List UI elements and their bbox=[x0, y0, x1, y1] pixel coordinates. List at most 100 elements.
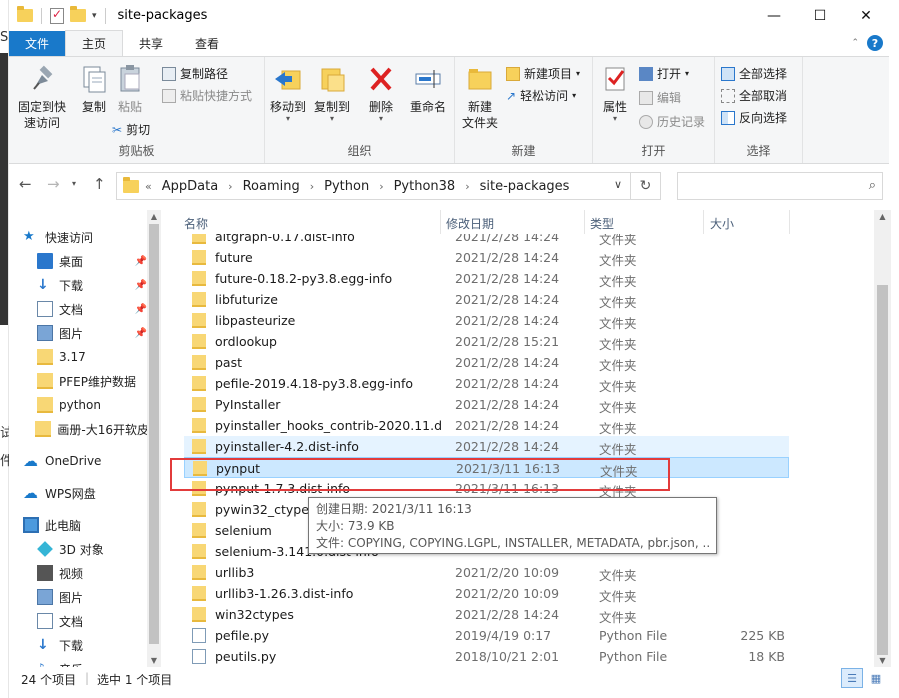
open-button[interactable]: 打开 ▾ bbox=[639, 65, 689, 82]
file-row[interactable]: win32ctypes 2021/2/28 14:24 文件夹 bbox=[184, 604, 789, 625]
breadcrumb-python[interactable]: Python bbox=[324, 179, 369, 194]
nav-item-downloads[interactable]: ↓ 下载 📌 bbox=[9, 273, 149, 297]
large-icons-view-icon[interactable]: ▦ bbox=[865, 668, 887, 688]
file-row[interactable]: pefile.py 2019/4/19 0:17 Python File 225 KB bbox=[184, 625, 789, 646]
paste-shortcut-button[interactable]: 粘贴快捷方式 bbox=[162, 87, 252, 104]
address-dropdown-icon[interactable]: ∨ bbox=[614, 178, 622, 191]
invert-selection-button[interactable]: 反向选择 bbox=[721, 109, 787, 126]
breadcrumb-python38[interactable]: Python38 bbox=[394, 179, 456, 194]
close-button[interactable]: ✕ bbox=[843, 0, 889, 31]
maximize-button[interactable]: ☐ bbox=[797, 0, 843, 31]
file-row[interactable]: ordlookup 2021/2/28 15:21 文件夹 bbox=[184, 331, 789, 352]
column-name[interactable]: 名称 bbox=[184, 215, 208, 232]
nav-item-python[interactable]: python bbox=[9, 393, 149, 417]
tab-file[interactable]: 文件 bbox=[9, 31, 65, 56]
nav-item-album[interactable]: 画册-大16开软皮 bbox=[9, 417, 149, 441]
file-row[interactable]: peutils.py 2018/10/21 2:01 Python File 18 K… bbox=[184, 646, 789, 667]
refresh-icon[interactable]: ↻ bbox=[630, 173, 660, 199]
nav-videos[interactable]: 视频 bbox=[9, 561, 149, 585]
help-icon[interactable]: ? bbox=[867, 35, 883, 51]
file-row[interactable]: PyInstaller 2021/2/28 14:24 文件夹 bbox=[184, 394, 789, 415]
tab-share[interactable]: 共享 bbox=[123, 31, 179, 56]
copy-to-button[interactable]: 复制到 ▾ bbox=[311, 63, 353, 123]
file-row[interactable]: urllib3 2021/2/20 10:09 文件夹 bbox=[184, 562, 789, 583]
file-row[interactable]: future 2021/2/28 14:24 文件夹 bbox=[184, 247, 789, 268]
nav-pc-documents[interactable]: 文档 bbox=[9, 609, 149, 633]
address-bar[interactable]: « AppData › Roaming › Python › Python38 … bbox=[116, 172, 661, 200]
recent-locations-chevron-icon[interactable]: ▾ bbox=[72, 179, 76, 188]
select-group: 全部选择 全部取消 反向选择 选择 bbox=[715, 57, 803, 163]
rename-button[interactable]: 重命名 bbox=[405, 63, 451, 115]
copy-path-button[interactable]: 复制路径 bbox=[162, 65, 228, 82]
back-arrow-icon[interactable]: ← bbox=[19, 175, 32, 193]
paste-button[interactable]: 粘贴 bbox=[105, 63, 155, 115]
breadcrumb-site-packages[interactable]: site-packages bbox=[480, 179, 570, 194]
file-type: 文件夹 bbox=[599, 421, 637, 436]
nav-pc-pictures[interactable]: 图片 bbox=[9, 585, 149, 609]
nav-quick-access[interactable]: ★ 快速访问 bbox=[9, 225, 149, 249]
file-row[interactable]: libpasteurize 2021/2/28 14:24 文件夹 bbox=[184, 310, 789, 331]
file-row[interactable]: altgraph-0.17.dist-info 2021/2/28 14:24 文件… bbox=[184, 234, 789, 247]
select-all-button[interactable]: 全部选择 bbox=[721, 65, 787, 82]
collapse-ribbon-icon[interactable]: ⌃ bbox=[851, 38, 859, 48]
nav-onedrive[interactable]: ☁ OneDrive bbox=[9, 449, 149, 473]
search-input[interactable]: ⌕ bbox=[677, 172, 883, 200]
up-arrow-icon[interactable]: ↑ bbox=[93, 175, 106, 193]
download-arrow-icon: ↓ bbox=[37, 637, 49, 653]
nav-this-pc[interactable]: 此电脑 bbox=[9, 513, 149, 537]
new-folder-icon[interactable] bbox=[70, 6, 86, 22]
window-title: site-packages bbox=[117, 8, 208, 23]
nav-item-pictures[interactable]: 图片 📌 bbox=[9, 321, 149, 345]
nav-wps[interactable]: ☁ WPS网盘 bbox=[9, 481, 149, 505]
new-item-button[interactable]: 新建项目 ▾ bbox=[506, 65, 580, 82]
file-name: libpasteurize bbox=[215, 313, 296, 328]
file-row[interactable]: urllib3-1.26.3.dist-info 2021/2/20 10:09 文… bbox=[184, 583, 789, 604]
computer-icon bbox=[23, 517, 39, 533]
customize-chevron-icon[interactable]: ▾ bbox=[92, 11, 97, 21]
tab-home[interactable]: 主页 bbox=[65, 30, 124, 56]
file-row[interactable]: future-0.18.2-py3.8.egg-info 2021/2/28 14… bbox=[184, 268, 789, 289]
file-type: 文件夹 bbox=[599, 295, 637, 310]
scroll-down-icon[interactable]: ▼ bbox=[147, 656, 161, 665]
delete-button[interactable]: 删除 ▾ bbox=[363, 63, 399, 123]
nav-music[interactable]: ♪ 音乐 bbox=[9, 657, 149, 667]
item-count: 24 个项目 bbox=[21, 673, 77, 687]
column-type[interactable]: 类型 bbox=[590, 215, 614, 232]
nav-item-desktop[interactable]: 桌面 📌 bbox=[9, 249, 149, 273]
breadcrumb-appdata[interactable]: AppData bbox=[162, 179, 218, 194]
breadcrumb-roaming[interactable]: Roaming bbox=[243, 179, 300, 194]
pin-quick-access-button[interactable]: 固定到快 速访问 bbox=[13, 63, 71, 131]
file-row[interactable]: pefile-2019.4.18-py3.8.egg-info 2021/2/28… bbox=[184, 373, 789, 394]
edit-button[interactable]: 编辑 bbox=[639, 89, 681, 106]
file-list-scroll-thumb[interactable] bbox=[877, 285, 888, 655]
file-row[interactable]: pyinstaller_hooks_contrib-2020.11.dis...… bbox=[184, 415, 789, 436]
file-row[interactable]: libfuturize 2021/2/28 14:24 文件夹 bbox=[184, 289, 789, 310]
file-date: 2021/2/28 14:24 bbox=[455, 376, 560, 391]
file-row[interactable]: past 2021/2/28 14:24 文件夹 bbox=[184, 352, 789, 373]
cut-button[interactable]: ✂ 剪切 bbox=[112, 121, 150, 138]
history-button[interactable]: 历史记录 bbox=[639, 113, 705, 130]
move-to-button[interactable]: 移动到 ▾ bbox=[267, 63, 309, 123]
nav-scroll-thumb[interactable] bbox=[149, 224, 159, 644]
scroll-up-icon[interactable]: ▲ bbox=[147, 212, 161, 221]
nav-item-documents[interactable]: 文档 📌 bbox=[9, 297, 149, 321]
tab-view[interactable]: 查看 bbox=[179, 31, 235, 56]
desktop-icon bbox=[37, 253, 53, 269]
nav-item-3-17[interactable]: 3.17 bbox=[9, 345, 149, 369]
select-none-button[interactable]: 全部取消 bbox=[721, 87, 787, 104]
document-icon bbox=[37, 613, 53, 629]
minimize-button[interactable]: — bbox=[751, 0, 797, 31]
nav-scrollbar[interactable]: ▲ ▼ bbox=[147, 210, 161, 667]
properties-button[interactable]: 属性 ▾ bbox=[597, 63, 633, 123]
nav-3d-objects[interactable]: 3D 对象 bbox=[9, 537, 149, 561]
forward-arrow-icon[interactable]: → bbox=[47, 175, 60, 193]
nav-pc-downloads[interactable]: ↓ 下载 bbox=[9, 633, 149, 657]
easy-access-button[interactable]: ↗ 轻松访问 ▾ bbox=[506, 87, 576, 104]
file-row[interactable]: pyinstaller-4.2.dist-info 2021/2/28 14:24… bbox=[184, 436, 789, 457]
new-folder-button[interactable]: 新建 文件夹 bbox=[459, 63, 501, 131]
column-date[interactable]: 修改日期 bbox=[446, 215, 494, 232]
properties-icon[interactable] bbox=[50, 7, 64, 24]
column-size[interactable]: 大小 bbox=[710, 215, 734, 232]
details-view-icon[interactable]: ☰ bbox=[841, 668, 863, 688]
nav-item-pfep[interactable]: PFEP维护数据 bbox=[9, 369, 149, 393]
